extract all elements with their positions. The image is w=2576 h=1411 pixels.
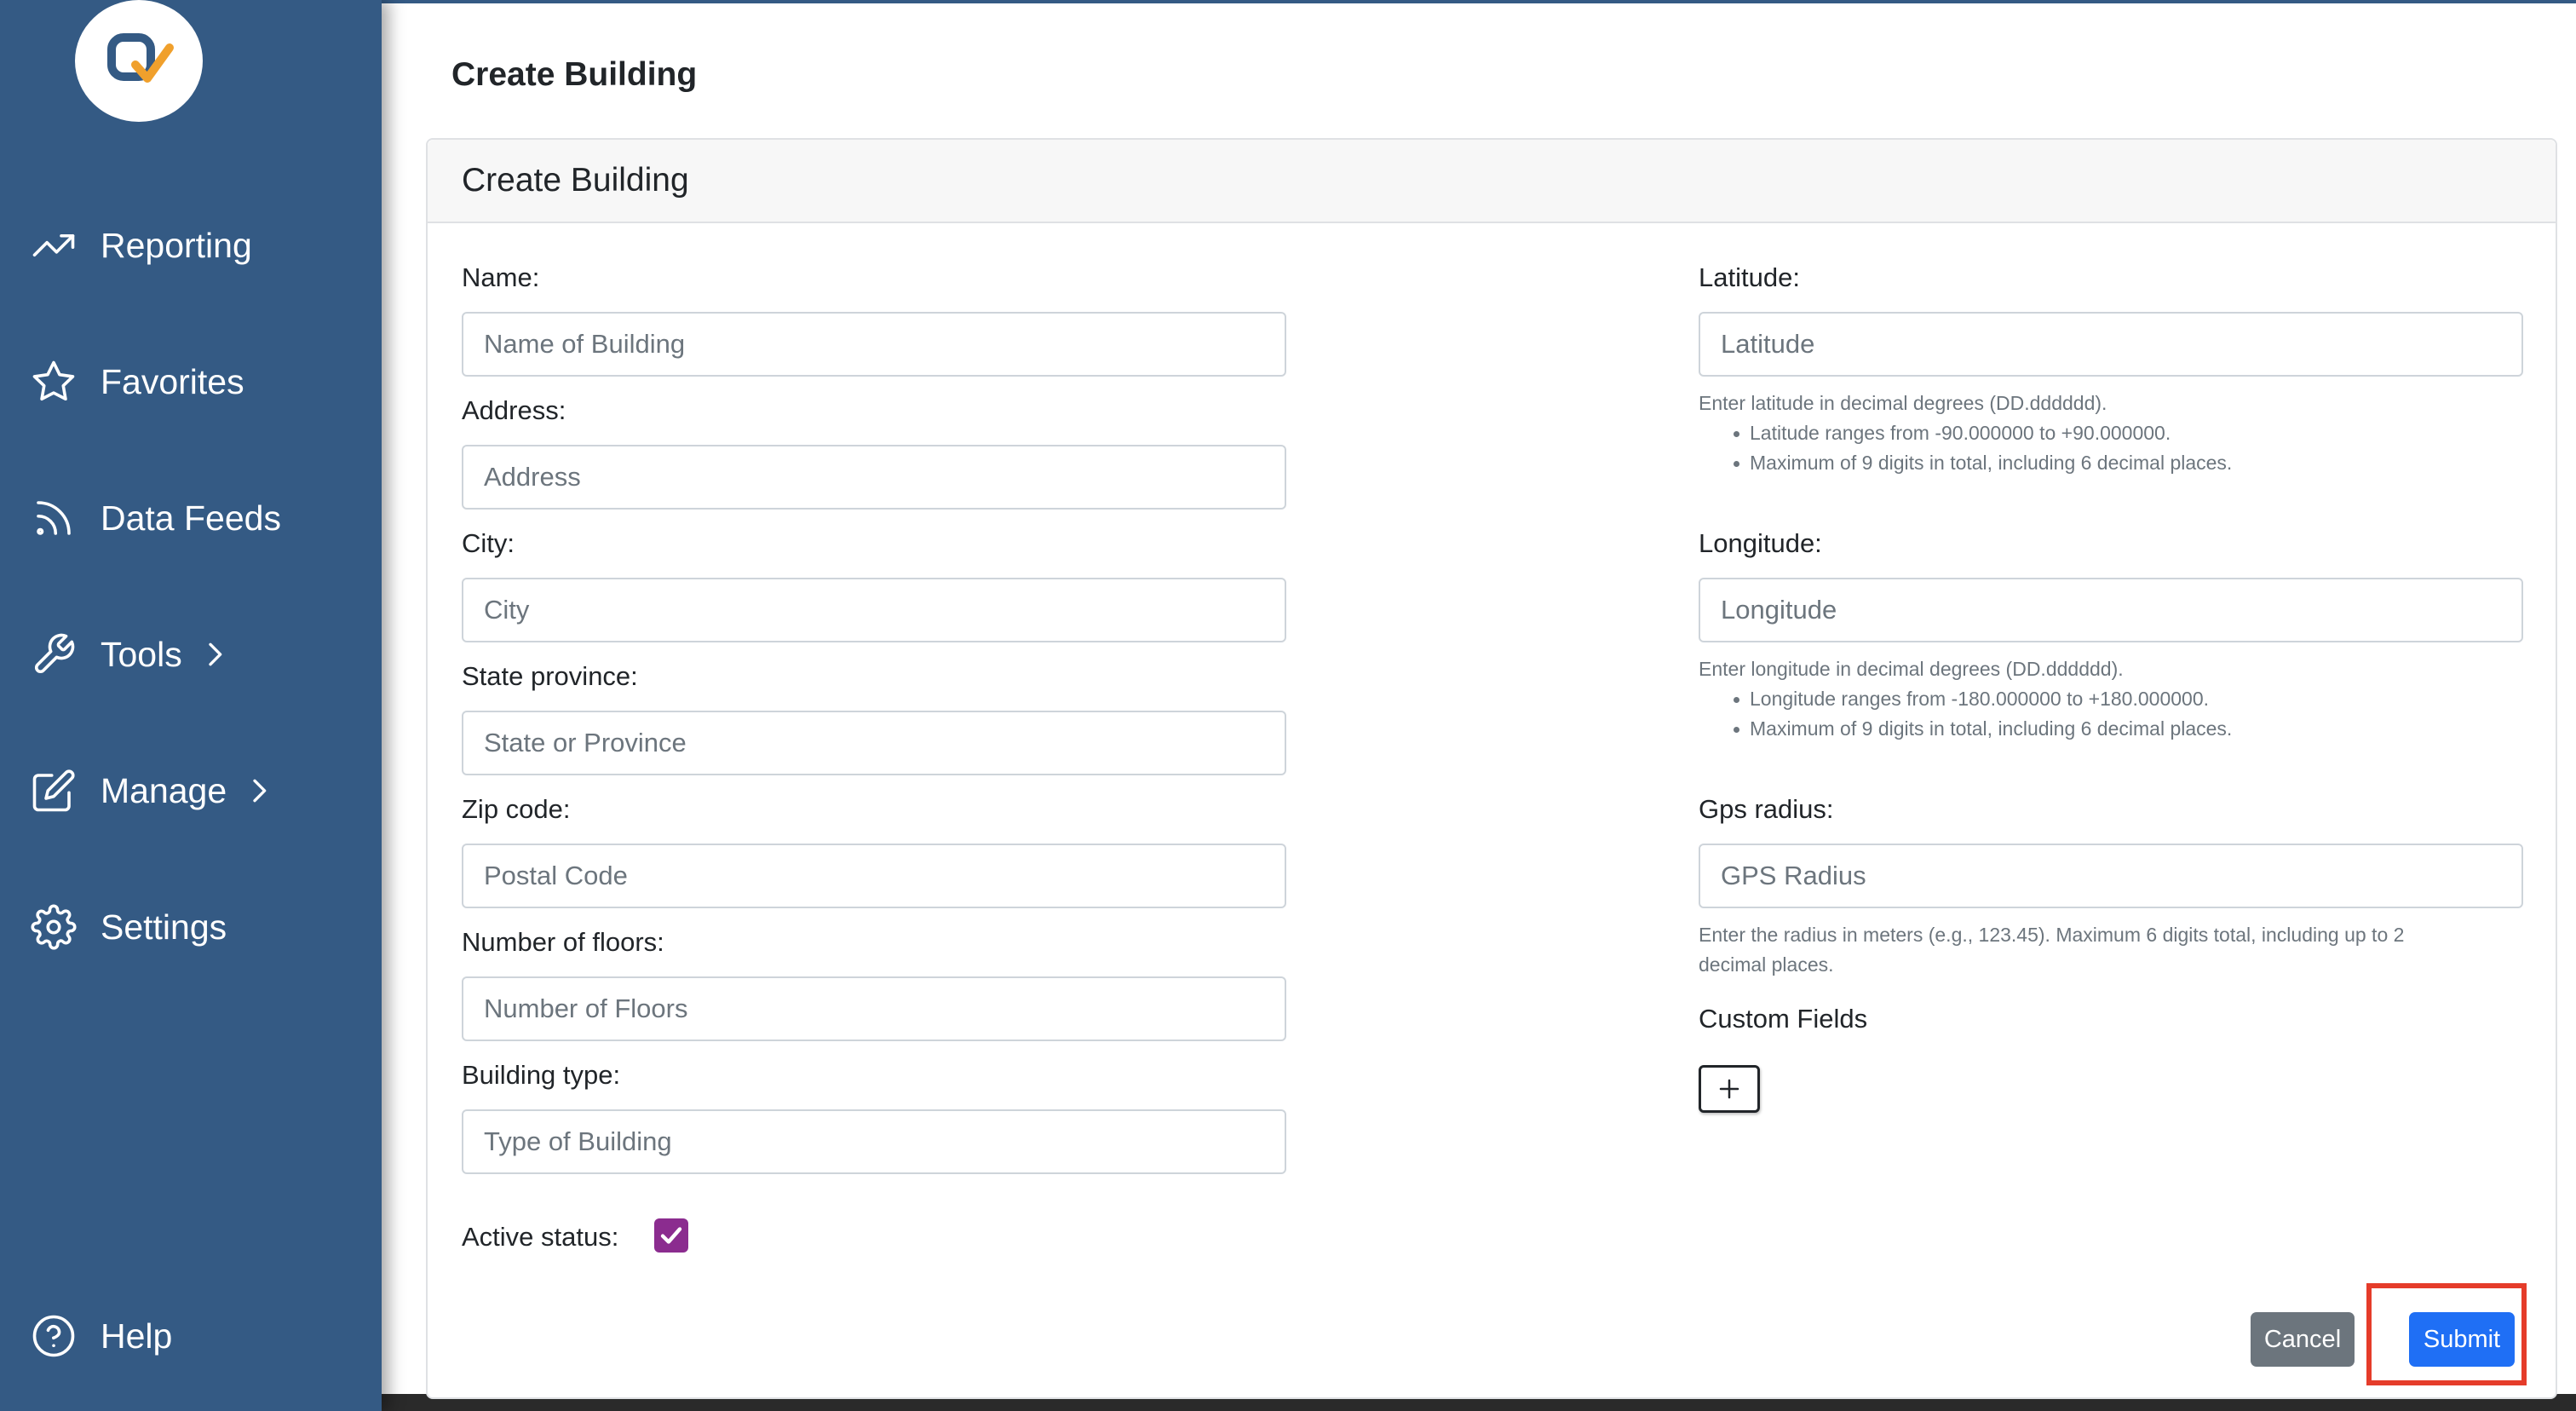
sidebar-item-tools[interactable]: Tools xyxy=(31,629,232,680)
page-title: Create Building xyxy=(451,56,698,93)
gps-radius-input[interactable] xyxy=(1699,844,2523,908)
app-logo[interactable] xyxy=(75,0,203,122)
submit-button[interactable]: Submit xyxy=(2409,1312,2515,1367)
card-title: Create Building xyxy=(462,162,689,199)
zip-input[interactable] xyxy=(462,844,1286,908)
longitude-help-bullet: Maximum of 9 digits in total, including … xyxy=(1733,714,2232,744)
sidebar-item-label: Favorites xyxy=(101,361,244,401)
floors-input[interactable] xyxy=(462,976,1286,1041)
gear-icon xyxy=(31,904,77,950)
gps-radius-help: Enter the radius in meters (e.g., 123.45… xyxy=(1699,920,2404,980)
name-input[interactable] xyxy=(462,312,1286,377)
floors-label: Number of floors: xyxy=(462,927,664,957)
sidebar-item-settings[interactable]: Settings xyxy=(31,901,227,953)
latitude-help: Enter latitude in decimal degrees (DD.dd… xyxy=(1699,389,2232,478)
help-circle-icon xyxy=(32,1315,75,1357)
address-label: Address: xyxy=(462,395,566,425)
city-label: City: xyxy=(462,528,515,558)
active-status-checkbox[interactable] xyxy=(654,1218,688,1253)
city-input[interactable] xyxy=(462,578,1286,642)
sidebar-item-favorites[interactable]: Favorites xyxy=(31,356,244,407)
plus-icon xyxy=(1719,1079,1739,1099)
card-header: Create Building xyxy=(428,140,2556,223)
trending-up-icon xyxy=(32,233,75,257)
building-type-input[interactable] xyxy=(462,1109,1286,1174)
gps-radius-help-line: decimal places. xyxy=(1699,953,1834,976)
main-content: Create Building Create Building Name: Ad… xyxy=(382,0,2576,1399)
longitude-help-text: Enter longitude in decimal degrees (DD.d… xyxy=(1699,658,2124,680)
sidebar-item-label: Data Feeds xyxy=(101,498,281,538)
longitude-help: Enter longitude in decimal degrees (DD.d… xyxy=(1699,654,2232,744)
create-building-card: Create Building Name: Address: City: Sta… xyxy=(426,138,2557,1399)
sidebar-item-label: Help xyxy=(101,1316,173,1356)
latitude-help-bullet: Latitude ranges from -90.000000 to +90.0… xyxy=(1733,418,2232,448)
star-icon xyxy=(32,360,75,401)
sidebar-item-label: Manage xyxy=(101,770,227,810)
wrench-icon xyxy=(34,633,75,674)
longitude-input[interactable] xyxy=(1699,578,2523,642)
building-type-label: Building type: xyxy=(462,1060,621,1090)
latitude-input[interactable] xyxy=(1699,312,2523,377)
sidebar-item-data-feeds[interactable]: Data Feeds xyxy=(31,492,281,544)
state-label: State province: xyxy=(462,661,638,691)
add-custom-field-button[interactable] xyxy=(1699,1065,1760,1113)
latitude-help-text: Enter latitude in decimal degrees (DD.dd… xyxy=(1699,392,2107,414)
custom-fields-label: Custom Fields xyxy=(1699,1004,1868,1034)
address-input[interactable] xyxy=(462,445,1286,510)
name-label: Name: xyxy=(462,262,540,292)
chevron-right-icon xyxy=(209,642,222,666)
cancel-button[interactable]: Cancel xyxy=(2251,1312,2355,1367)
checkmark-icon xyxy=(660,1227,682,1244)
rss-icon xyxy=(37,501,71,535)
gps-radius-label: Gps radius: xyxy=(1699,794,1834,824)
sidebar-item-label: Settings xyxy=(101,907,227,947)
active-status-label: Active status: xyxy=(462,1222,619,1252)
zip-label: Zip code: xyxy=(462,794,571,824)
sidebar-item-reporting[interactable]: Reporting xyxy=(31,220,252,271)
longitude-label: Longitude: xyxy=(1699,528,1822,558)
sidebar: Reporting Favorites Data Feeds Tools Man… xyxy=(0,0,382,1411)
latitude-label: Latitude: xyxy=(1699,262,1800,292)
longitude-help-bullet: Longitude ranges from -180.000000 to +18… xyxy=(1733,684,2232,714)
sidebar-item-manage[interactable]: Manage xyxy=(31,765,276,816)
edit-icon xyxy=(32,769,75,812)
chevron-right-icon xyxy=(253,779,267,803)
logo-icon xyxy=(107,32,174,83)
sidebar-item-help[interactable]: Help xyxy=(31,1310,172,1362)
state-input[interactable] xyxy=(462,711,1286,775)
sidebar-item-label: Tools xyxy=(101,634,182,674)
sidebar-item-label: Reporting xyxy=(101,225,252,265)
gps-radius-help-line: Enter the radius in meters (e.g., 123.45… xyxy=(1699,924,2405,946)
latitude-help-bullet: Maximum of 9 digits in total, including … xyxy=(1733,448,2232,478)
